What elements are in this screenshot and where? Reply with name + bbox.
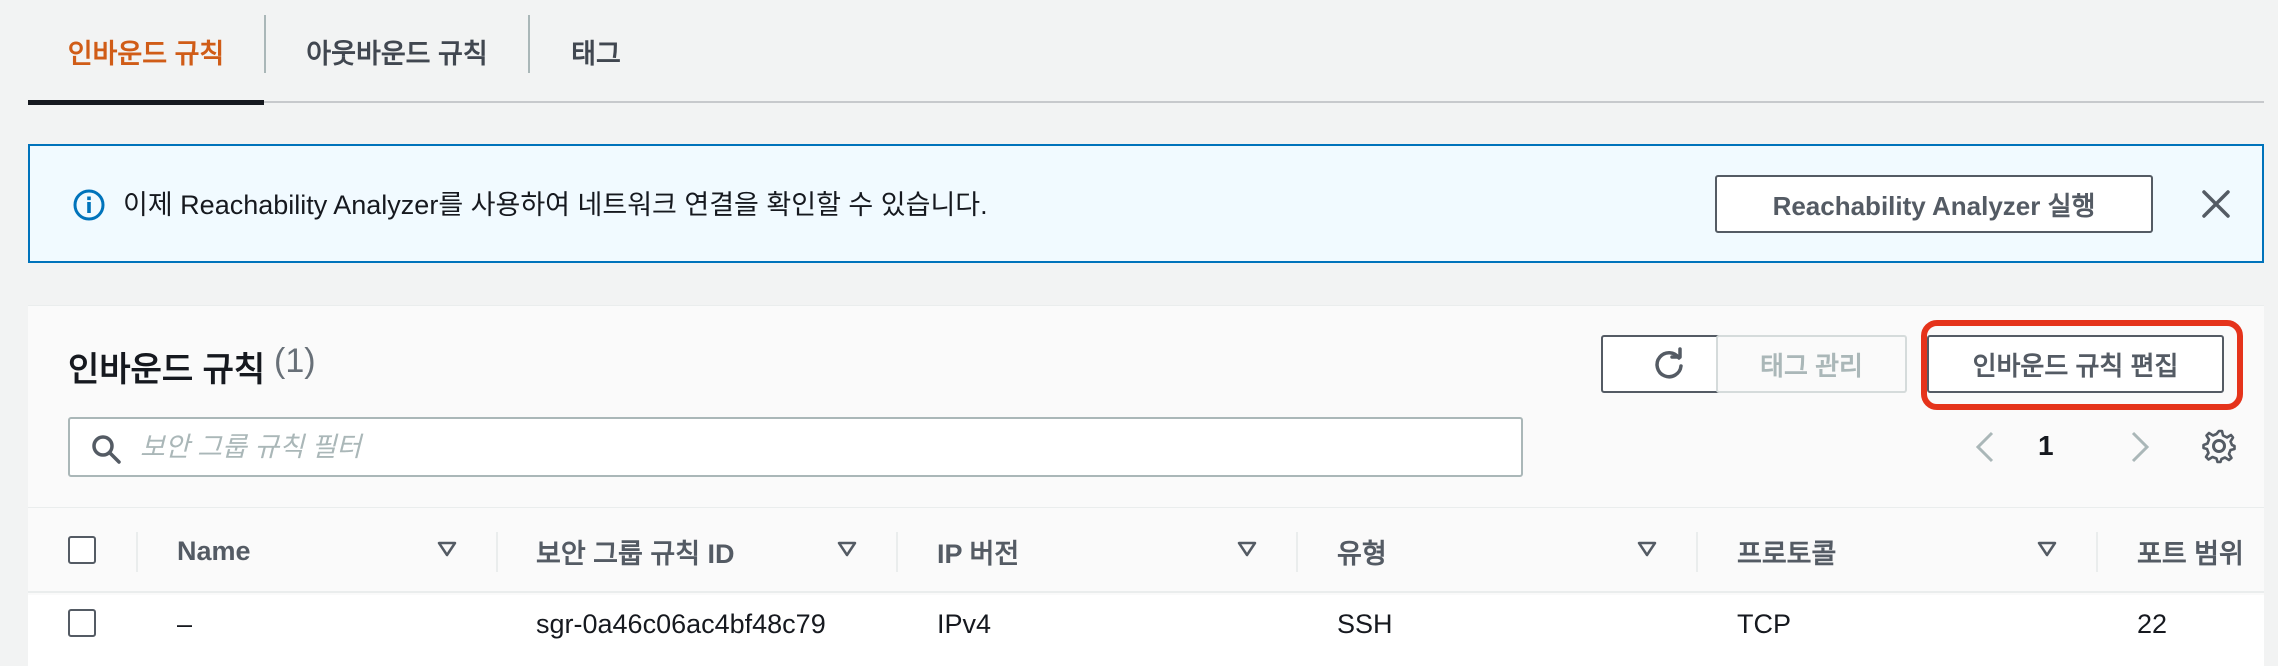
chevron-right-icon[interactable] — [2125, 428, 2155, 466]
run-reachability-analyzer-button[interactable]: Reachability Analyzer 실행 — [1715, 175, 2153, 233]
column-divider — [1296, 532, 1298, 572]
column-divider — [896, 532, 898, 572]
tab-bar: 인바운드 규칙 아웃바운드 규칙 태그 — [28, 0, 2264, 105]
column-header-protocol[interactable]: 프로토콜 — [1737, 508, 1836, 594]
rules-count: (1) — [274, 342, 316, 380]
filter-input[interactable] — [140, 419, 1510, 475]
sort-icon[interactable] — [1637, 539, 1657, 559]
close-icon[interactable] — [2198, 186, 2234, 222]
search-icon — [92, 435, 121, 464]
cell-ip-version: IPv4 — [937, 608, 992, 639]
tab-outbound-rules[interactable]: 아웃바운드 규칙 — [266, 0, 528, 103]
gear-icon[interactable] — [2200, 427, 2238, 465]
column-header-type[interactable]: 유형 — [1337, 508, 1387, 594]
sort-icon[interactable] — [1237, 539, 1257, 559]
sort-icon[interactable] — [2037, 539, 2057, 559]
cell-type: SSH — [1337, 608, 1393, 639]
manage-tags-button[interactable]: 태그 관리 — [1716, 335, 1907, 393]
filter-search-box[interactable] — [68, 417, 1523, 477]
cell-port-range: 22 — [2137, 608, 2168, 639]
row-checkbox[interactable] — [68, 609, 96, 637]
column-header-rule-id[interactable]: 보안 그룹 규칙 ID — [536, 508, 735, 594]
alert-message: 이제 Reachability Analyzer를 사용하여 네트워크 연결을 … — [123, 190, 988, 220]
chevron-left-icon[interactable] — [1970, 428, 2000, 466]
column-divider — [136, 532, 138, 572]
column-header-port-range[interactable]: 포트 범위 — [2137, 508, 2244, 594]
table-header: Name 보안 그룹 규칙 ID IP 버전 유형 프로토콜 포트 범위 — [28, 507, 2264, 593]
info-alert: 이제 Reachability Analyzer를 사용하여 네트워크 연결을 … — [28, 144, 2264, 263]
column-header-name[interactable]: Name — [177, 508, 251, 594]
inbound-rules-panel: 인바운드 규칙 (1) 태그 관리 인바운드 규칙 편집 1 Name 보안 그… — [28, 305, 2264, 666]
table-row[interactable]: – sgr-0a46c06ac4bf48c79 IPv4 SSH TCP 22 — [28, 595, 2264, 666]
tab-inbound-rules[interactable]: 인바운드 규칙 — [28, 0, 264, 105]
column-divider — [1696, 532, 1698, 572]
edit-inbound-rules-button[interactable]: 인바운드 규칙 편집 — [1927, 335, 2224, 393]
column-divider — [2096, 532, 2098, 572]
sort-icon[interactable] — [837, 539, 857, 559]
panel-title: 인바운드 규칙 — [68, 351, 266, 389]
column-header-ip-version[interactable]: IP 버전 — [937, 508, 1019, 594]
cell-rule-id: sgr-0a46c06ac4bf48c79 — [536, 608, 826, 639]
select-all-checkbox[interactable] — [68, 536, 96, 564]
cell-protocol: TCP — [1737, 608, 1791, 639]
tab-tags[interactable]: 태그 — [530, 0, 662, 103]
cell-name: – — [177, 608, 193, 639]
column-divider — [496, 532, 498, 572]
current-page[interactable]: 1 — [2038, 430, 2054, 462]
info-icon — [73, 189, 105, 221]
sort-icon[interactable] — [437, 539, 457, 559]
refresh-icon — [1655, 347, 1683, 379]
